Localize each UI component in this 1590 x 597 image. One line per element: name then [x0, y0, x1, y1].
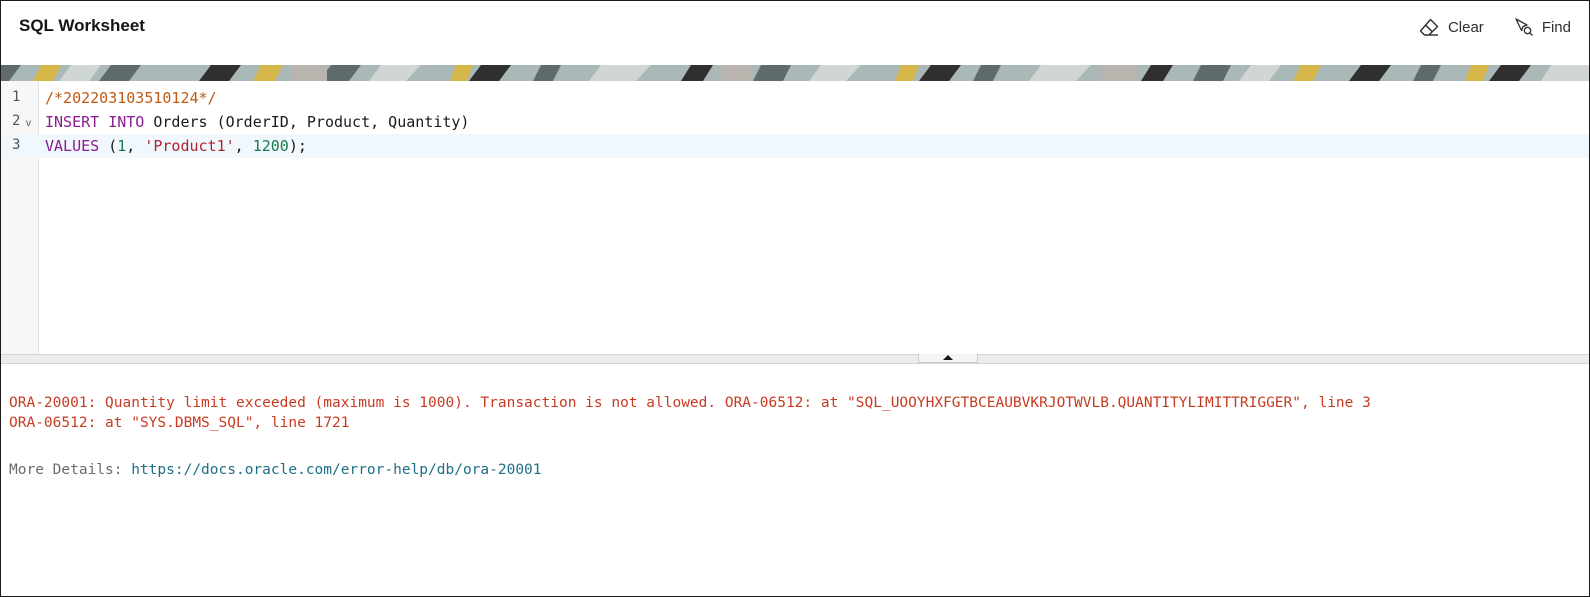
error-help-link[interactable]: https://docs.oracle.com/error-help/db/or…	[131, 462, 541, 478]
sql-worksheet-window: SQL Worksheet Clear Find 1 /*20220310351…	[0, 0, 1590, 597]
error-message: ORA-20001: Quantity limit exceeded (maxi…	[9, 393, 1371, 433]
sql-comment: /*202203103510124*/	[45, 89, 217, 107]
details-label: More Details:	[9, 462, 132, 478]
find-label: Find	[1541, 18, 1571, 36]
sql-keyword: INTO	[108, 113, 145, 131]
sql-keyword: VALUES	[45, 137, 100, 155]
fold-chevron-icon[interactable]: v	[26, 118, 31, 129]
clear-button[interactable]: Clear	[1418, 15, 1484, 39]
line-number: 1	[12, 89, 21, 105]
find-button[interactable]: Find	[1514, 15, 1571, 39]
sql-number: 1	[117, 137, 127, 155]
code-line-active[interactable]: 3 VALUES (1, 'Product1', 1200);	[1, 134, 1589, 158]
sql-text: );	[288, 137, 307, 155]
eraser-icon	[1418, 17, 1440, 37]
collapse-handle[interactable]	[918, 354, 978, 363]
error-line: ORA-20001: Quantity limit exceeded (maxi…	[9, 395, 1371, 411]
more-details: More Details: https://docs.oracle.com/er…	[9, 462, 542, 478]
page-title: SQL Worksheet	[19, 16, 145, 35]
sql-text: Orders (OrderID, Product, Quantity)	[144, 113, 470, 131]
error-line: ORA-06512: at "SYS.DBMS_SQL", line 1721	[9, 415, 350, 431]
find-icon	[1514, 17, 1534, 37]
sql-number: 1200	[252, 137, 289, 155]
sql-keyword: INSERT	[45, 113, 100, 131]
line-number: 2	[12, 113, 21, 129]
sql-text: ,	[234, 137, 253, 155]
sql-text: ,	[126, 137, 145, 155]
code-line[interactable]: 2 v INSERT INTO Orders (OrderID, Product…	[1, 110, 1589, 134]
sql-text: (	[99, 137, 118, 155]
sql-string: 'Product1'	[144, 137, 235, 155]
line-number: 3	[12, 137, 21, 153]
output-pane: ORA-20001: Quantity limit exceeded (maxi…	[1, 363, 1589, 596]
clear-label: Clear	[1447, 18, 1484, 36]
code-editor[interactable]: 1 /*202203103510124*/ 2 v INSERT INTO Or…	[1, 81, 1589, 354]
code-text[interactable]: VALUES (1, 'Product1', 1200);	[45, 137, 307, 155]
code-text[interactable]: /*202203103510124*/	[45, 89, 217, 107]
code-line[interactable]: 1 /*202203103510124*/	[1, 86, 1589, 110]
code-text[interactable]: INSERT INTO Orders (OrderID, Product, Qu…	[45, 113, 469, 131]
worksheet-toolbar: Clear Find	[1418, 15, 1571, 39]
decorative-banner	[1, 65, 1589, 81]
worksheet-header: SQL Worksheet Clear Find	[1, 1, 1589, 65]
